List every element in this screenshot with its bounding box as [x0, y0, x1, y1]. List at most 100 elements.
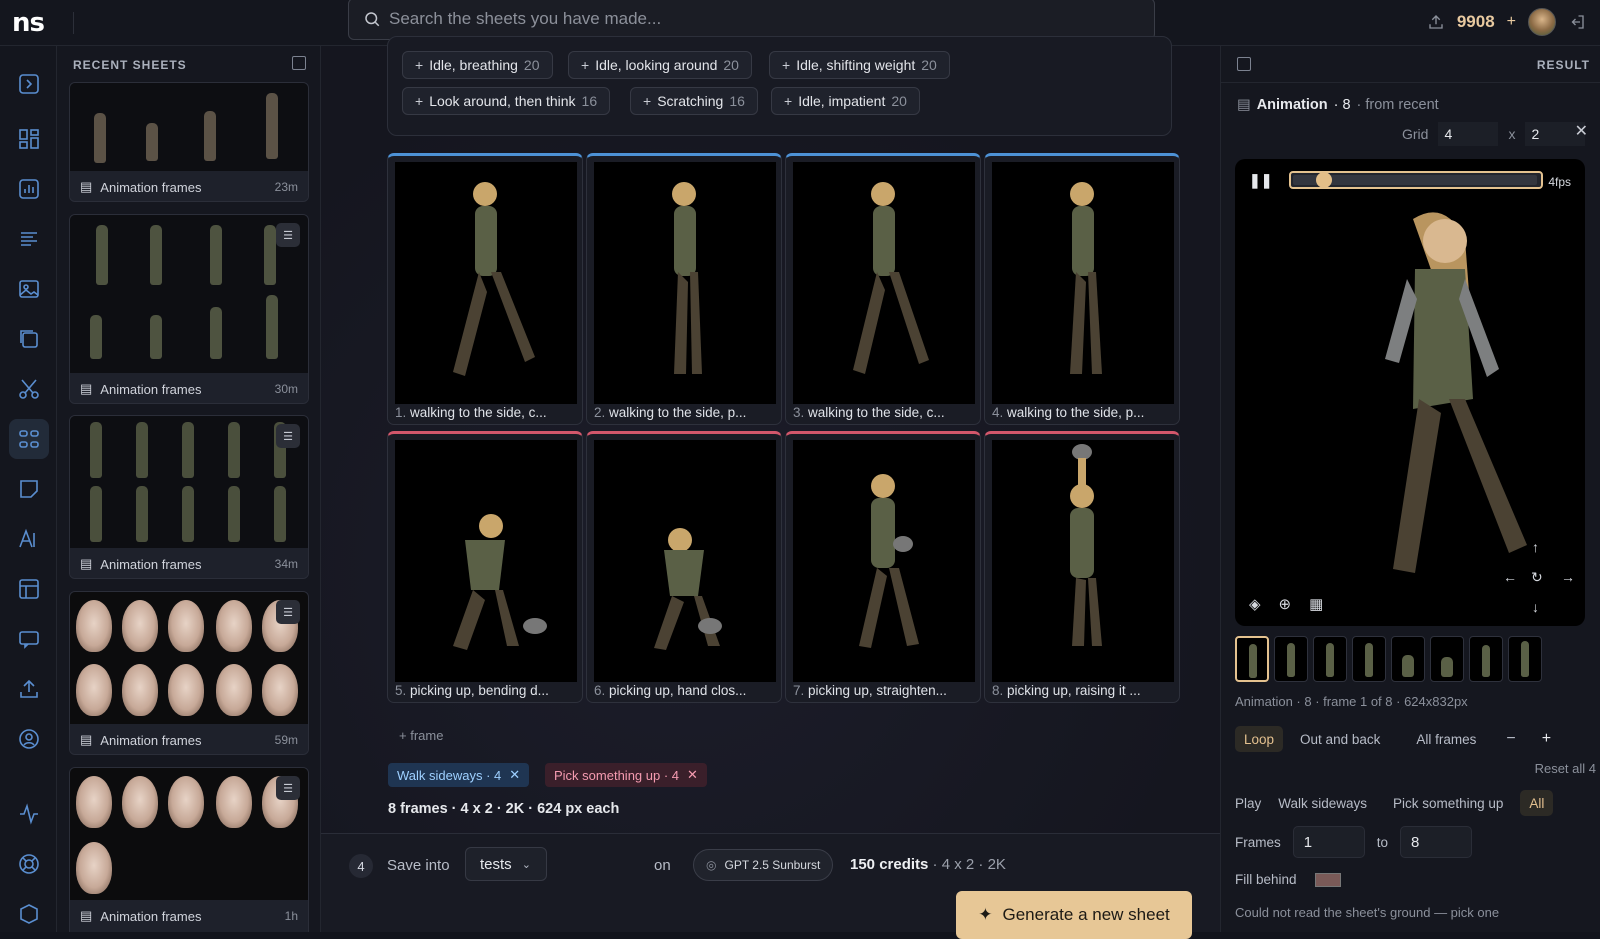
film-icon: ▤ — [1237, 97, 1251, 113]
rail-export[interactable] — [9, 669, 49, 709]
to-label: to — [1376, 834, 1389, 850]
frame-card[interactable]: 8. picking up, raising it ... — [984, 431, 1180, 703]
slider-knob[interactable] — [1316, 172, 1332, 188]
logout-icon[interactable] — [1568, 13, 1586, 31]
preset-chip[interactable]: + Look around, then think 16 — [402, 87, 611, 115]
collapse-panel-icon[interactable] — [1237, 57, 1251, 71]
upload-icon[interactable] — [1427, 13, 1445, 31]
plus-button[interactable]: + — [1533, 726, 1560, 752]
group-tag-walk[interactable]: Walk sideways · 4 ✕ — [388, 763, 530, 787]
avatar[interactable] — [1528, 8, 1556, 36]
frame-from-input[interactable]: 1 — [1292, 826, 1365, 858]
add-frame-button[interactable]: + frame — [399, 728, 443, 743]
animation-viewer: ❚❚ 4fps ↑ ← ↻ → ↓ ◈ ⊕ ▦ — [1235, 159, 1585, 626]
rail-layers[interactable] — [9, 319, 49, 359]
frame-card[interactable]: 7. picking up, straighten... — [785, 431, 981, 703]
on-label: on — [654, 857, 671, 874]
recent-card[interactable]: ☰ ▤ Animation frames 1h — [69, 767, 309, 932]
arrow-up-icon[interactable]: ↑ — [1532, 539, 1539, 555]
preset-chip[interactable]: + Idle, looking around 20 — [568, 51, 752, 79]
sheet-options-button[interactable]: ☰ — [276, 223, 300, 247]
frame-thumb[interactable] — [1391, 636, 1425, 682]
layers-icon[interactable]: ◈ — [1249, 595, 1261, 613]
app-logo[interactable]: ns — [12, 8, 45, 38]
frame-to-input[interactable]: 8 — [1400, 826, 1473, 858]
frame-thumb[interactable] — [1352, 636, 1386, 682]
frame-card[interactable]: 5. picking up, bending d... — [387, 431, 583, 703]
arrow-down-icon[interactable]: ↓ — [1532, 599, 1539, 615]
frame-image — [793, 440, 975, 682]
rail-profile[interactable] — [9, 719, 49, 759]
mode-loop[interactable]: Loop — [1235, 726, 1284, 752]
rail-quotes[interactable] — [9, 619, 49, 659]
recent-card[interactable]: ☰ ▤ Animation frames 59m — [69, 591, 309, 755]
frame-thumb[interactable] — [1508, 636, 1542, 682]
rail-activity[interactable] — [9, 794, 49, 834]
preset-chip[interactable]: + Scratching 16 — [630, 87, 758, 115]
mode-all-frames[interactable]: All frames — [1407, 726, 1485, 752]
arrow-right-icon[interactable]: → — [1561, 569, 1575, 585]
frame-card[interactable]: 1. walking to the side, c... — [387, 153, 583, 425]
sheet-thumbnail — [70, 592, 308, 724]
frame-card[interactable]: 2. walking to the side, p... — [586, 153, 782, 425]
rail-help[interactable] — [9, 844, 49, 884]
arrow-left-icon[interactable]: ← — [1503, 569, 1517, 585]
model-icon: ◎ — [706, 858, 717, 872]
pause-icon[interactable]: ❚❚ — [1249, 172, 1272, 189]
frame-card[interactable]: 3. walking to the side, c... — [785, 153, 981, 425]
film-icon: ▤ — [80, 179, 93, 194]
rail-layout[interactable] — [9, 569, 49, 609]
card-label: Animation frames — [100, 556, 202, 572]
grid-icon[interactable]: ▦ — [1309, 595, 1323, 613]
frame-thumb[interactable] — [1469, 636, 1503, 682]
rail-fonts[interactable] — [9, 519, 49, 559]
frame-thumb[interactable] — [1430, 636, 1464, 682]
add-credits-button[interactable]: + — [1507, 13, 1516, 31]
fill-color-swatch[interactable] — [1314, 872, 1341, 887]
close-icon[interactable]: ✕ — [509, 767, 520, 783]
recent-card[interactable]: ☰ ▤ Animation frames 30m — [69, 214, 309, 404]
rail-sheets[interactable] — [9, 419, 49, 459]
rail-dashboard[interactable] — [9, 119, 49, 159]
recent-card[interactable]: ▤ Animation frames 23m — [69, 82, 309, 202]
preset-chip[interactable]: + Idle, breathing 20 — [402, 51, 553, 79]
close-icon[interactable]: ✕ — [687, 767, 698, 783]
rail-images[interactable] — [9, 269, 49, 309]
result-panel: RESULT ▤ Animation · 8 · from recent Grid x… — [1220, 46, 1600, 932]
folder-select[interactable]: tests ⌄ — [465, 847, 547, 881]
search-box[interactable] — [348, 0, 1155, 40]
preset-chip[interactable]: + Idle, shifting weight 20 — [769, 51, 950, 79]
rail-text[interactable] — [9, 219, 49, 259]
mode-out-and-back[interactable]: Out and back — [1291, 726, 1389, 752]
group-tag-pick[interactable]: Pick something up · 4 ✕ — [545, 763, 707, 787]
rail-stats[interactable] — [9, 169, 49, 209]
reset-icon[interactable]: ↻ — [1531, 569, 1543, 586]
rail-cut[interactable] — [9, 369, 49, 409]
rail-expand[interactable] — [9, 64, 49, 104]
rail-notes[interactable] — [9, 469, 49, 509]
sheet-options-button[interactable]: ☰ — [276, 424, 300, 448]
reset-all-button[interactable]: Reset all 4 — [1535, 761, 1596, 776]
collapse-panel-icon[interactable] — [292, 56, 306, 70]
model-select[interactable]: ◎ GPT 2.5 Sunburst — [693, 849, 834, 881]
target-icon[interactable]: ⊕ — [1279, 595, 1292, 613]
timeline-slider[interactable] — [1289, 171, 1543, 189]
preset-chip[interactable]: + Idle, impatient 20 — [771, 87, 920, 115]
sheet-options-button[interactable]: ☰ — [276, 776, 300, 800]
frame-card[interactable]: 6. picking up, hand clos... — [586, 431, 782, 703]
frame-caption: 5. picking up, bending d... — [395, 683, 549, 698]
recent-card[interactable]: ☰ ▤ Animation frames 34m — [69, 415, 309, 579]
close-icon[interactable]: ✕ — [1575, 121, 1588, 141]
rail-box[interactable] — [9, 894, 49, 934]
frame-thumb[interactable] — [1313, 636, 1347, 682]
search-input[interactable] — [389, 9, 1089, 29]
frame-card[interactable]: 4. walking to the side, p... — [984, 153, 1180, 425]
grid-cols-input[interactable] — [1438, 122, 1499, 146]
play-all[interactable]: All — [1520, 790, 1554, 816]
minus-button[interactable]: − — [1497, 726, 1524, 752]
frame-thumb[interactable] — [1274, 636, 1308, 682]
play-pick[interactable]: Pick something up — [1384, 790, 1512, 816]
play-walk[interactable]: Walk sideways — [1269, 790, 1376, 816]
frame-thumb[interactable] — [1235, 636, 1269, 682]
sheet-options-button[interactable]: ☰ — [276, 600, 300, 624]
